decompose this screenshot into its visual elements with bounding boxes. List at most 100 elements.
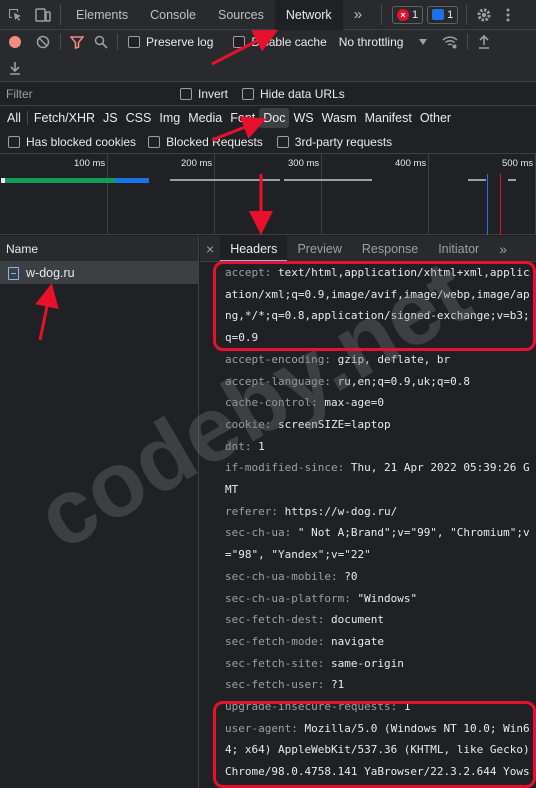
invert-checkbox[interactable]	[180, 87, 192, 100]
preserve-log-checkbox[interactable]	[128, 36, 140, 48]
timeline-gridline	[214, 154, 215, 235]
type-filter-fetch-xhr[interactable]: Fetch/XHR	[30, 108, 99, 128]
header-name: accept-encoding:	[225, 352, 331, 366]
header-line: cache-control: max-age=0	[225, 392, 536, 414]
filter-bar: Filter Invert Hide data URLs	[0, 82, 536, 106]
type-filter-media[interactable]: Media	[184, 108, 226, 128]
dom-content-loaded-marker	[487, 174, 488, 235]
network-overview-timeline[interactable]: 100 ms 200 ms 300 ms 400 ms 500 ms	[0, 154, 536, 235]
separator	[467, 34, 469, 50]
header-value[interactable]: 1	[404, 700, 411, 713]
timeline-tick-label: 100 ms	[74, 158, 106, 169]
timeline-bar-grey	[170, 179, 280, 181]
header-value[interactable]: gzip, deflate, br	[338, 353, 451, 366]
request-headers-list: accept: text/html,application/xhtml+xml,…	[200, 262, 536, 788]
disable-cache-checkbox[interactable]	[233, 36, 246, 48]
timeline-tick-label: 300 ms	[288, 158, 320, 169]
tab-elements[interactable]: Elements	[65, 0, 139, 30]
tab-network[interactable]: Network	[274, 0, 343, 30]
header-line: sec-ch-ua-platform: "Windows"	[225, 588, 536, 610]
error-count-badge[interactable]: × 1	[392, 5, 424, 24]
name-column-header[interactable]: Name	[0, 236, 198, 262]
record-button-icon[interactable]	[0, 30, 30, 54]
header-name: user-agent:	[225, 721, 298, 735]
throttling-select[interactable]: No throttling	[339, 35, 404, 49]
header-line: upgrade-insecure-requests: 1	[225, 696, 536, 718]
timeline-gridline	[321, 154, 322, 235]
tab-initiator[interactable]: Initiator	[428, 236, 489, 262]
timeline-tick-label: 200 ms	[181, 158, 213, 169]
header-name: sec-fetch-mode:	[225, 634, 325, 648]
more-details-tabs-button[interactable]: »	[489, 236, 517, 262]
header-name: dnt:	[225, 439, 252, 453]
header-value[interactable]: navigate	[331, 635, 384, 648]
has-blocked-cookies-checkbox[interactable]	[8, 135, 20, 148]
inspect-element-icon[interactable]	[0, 0, 30, 30]
type-filter-font[interactable]: Font	[226, 108, 259, 128]
header-value[interactable]: text/html,application/xhtml+xml,applicat…	[225, 266, 530, 344]
hide-data-urls-checkbox[interactable]	[242, 87, 255, 100]
type-filter-manifest[interactable]: Manifest	[361, 108, 416, 128]
device-toolbar-icon[interactable]	[30, 0, 56, 30]
message-icon	[432, 9, 445, 20]
request-row[interactable]: w-dog.ru	[0, 262, 198, 284]
type-filter-css[interactable]: CSS	[122, 108, 156, 128]
header-name: cache-control:	[225, 396, 318, 410]
type-filter-wasm[interactable]: Wasm	[318, 108, 361, 128]
filter-input[interactable]: Filter	[0, 82, 168, 106]
more-options-icon[interactable]	[497, 0, 519, 30]
header-value[interactable]: ?1	[331, 678, 344, 691]
search-icon[interactable]	[89, 30, 113, 54]
network-conditions-icon[interactable]	[437, 30, 463, 54]
header-line: sec-fetch-mode: navigate	[225, 631, 536, 653]
separator	[60, 34, 61, 50]
clear-icon[interactable]	[30, 30, 56, 54]
header-value[interactable]: ru,en;q=0.9,uk;q=0.8	[338, 375, 470, 388]
header-value[interactable]: "Windows"	[357, 592, 417, 605]
third-party-requests-label: 3rd-party requests	[294, 134, 393, 149]
tab-response[interactable]: Response	[352, 236, 428, 262]
header-value[interactable]: 1	[258, 440, 265, 453]
resource-type-filters: All Fetch/XHR JS CSS Img Media Font Doc …	[0, 106, 536, 130]
tab-console[interactable]: Console	[139, 0, 207, 30]
settings-gear-icon[interactable]	[471, 0, 497, 30]
type-filter-img[interactable]: Img	[155, 108, 184, 128]
header-name: accept:	[225, 266, 272, 279]
tab-preview[interactable]: Preview	[287, 236, 351, 262]
header-value[interactable]: document	[331, 613, 384, 626]
disable-cache-label: Disable cache	[251, 35, 327, 49]
chevron-down-icon[interactable]	[417, 30, 429, 54]
timeline-bar-grey	[468, 179, 486, 181]
filter-funnel-icon[interactable]	[65, 30, 89, 54]
request-name: w-dog.ru	[26, 266, 75, 280]
third-party-requests-checkbox[interactable]	[276, 135, 289, 148]
timeline-tick-label: 400 ms	[395, 158, 427, 169]
header-value[interactable]: https://w-dog.ru/	[285, 505, 398, 518]
more-tabs-button[interactable]: »	[343, 0, 373, 30]
timeline-gridline	[428, 154, 429, 235]
type-filter-doc[interactable]: Doc	[259, 108, 290, 128]
hide-data-urls-label: Hide data URLs	[260, 86, 345, 101]
header-value[interactable]: max-age=0	[324, 396, 384, 409]
message-count-badge[interactable]: 1	[427, 5, 459, 24]
import-har-icon[interactable]	[472, 30, 496, 54]
export-har-icon[interactable]	[0, 54, 30, 82]
timeline-bar-green	[5, 178, 115, 183]
separator	[466, 4, 468, 25]
blocked-filters: Has blocked cookies Blocked Requests 3rd…	[0, 130, 536, 154]
type-filter-js[interactable]: JS	[99, 108, 122, 128]
tab-headers[interactable]: Headers	[220, 235, 288, 262]
type-filter-all[interactable]: All	[3, 108, 25, 128]
timeline-tick-label: 500 ms	[502, 158, 534, 169]
blocked-requests-checkbox[interactable]	[148, 135, 161, 148]
header-value[interactable]: screenSIZE=laptop	[278, 418, 391, 431]
type-filter-ws[interactable]: WS	[289, 108, 317, 128]
separator	[60, 4, 61, 25]
header-value[interactable]: ?0	[344, 570, 357, 583]
close-icon[interactable]: ×	[200, 236, 220, 262]
type-filter-other[interactable]: Other	[416, 108, 455, 128]
header-line: sec-ch-ua: " Not A;Brand";v="99", "Chrom…	[225, 522, 536, 565]
header-value[interactable]: same-origin	[331, 657, 404, 670]
tab-sources[interactable]: Sources	[207, 0, 275, 30]
header-line: user-agent: Mozilla/5.0 (Windows NT 10.0…	[225, 718, 536, 788]
